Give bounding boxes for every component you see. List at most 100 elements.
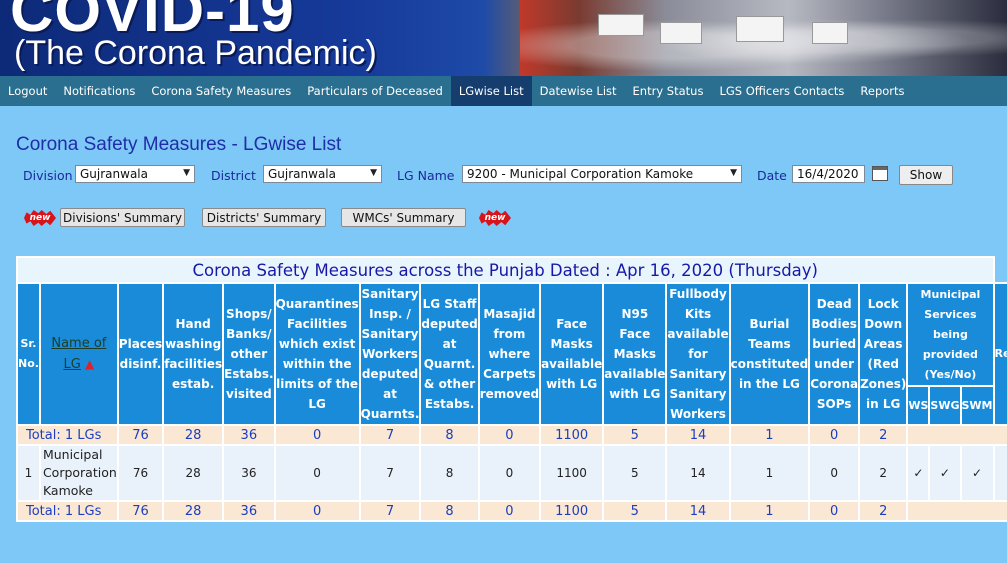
check-icon: ✓: [928, 444, 962, 502]
row-hand: 28: [162, 444, 225, 502]
lg-name-value: 9200 - Municipal Corporation Kamoke: [467, 167, 694, 181]
total-shops: 36: [222, 500, 276, 522]
row-facemasks: 1100: [539, 444, 605, 502]
total-shops: 36: [222, 424, 276, 446]
header-swg: SWG: [928, 385, 962, 426]
new-badge: new: [479, 210, 511, 226]
nav-logout[interactable]: Logout: [0, 76, 55, 106]
main-nav: Logout Notifications Corona Safety Measu…: [0, 76, 1007, 106]
total-n95: 5: [602, 500, 668, 522]
total-n95: 5: [602, 424, 668, 446]
row-remarks: [992, 444, 1007, 502]
total-places: 76: [116, 500, 165, 522]
nav-entry-status[interactable]: Entry Status: [625, 76, 712, 106]
district-select[interactable]: Gujranwala ▼: [263, 165, 382, 183]
total-fullbody: 14: [665, 424, 731, 446]
header-places-disinf: Places disinf.: [116, 282, 165, 426]
district-label: District: [211, 168, 256, 183]
protest-sign: [598, 14, 644, 36]
total-lockdown: 2: [858, 424, 909, 446]
table-row: 1 Municipal Corporation Kamoke 76 28 36 …: [16, 444, 1007, 502]
total-dead: 0: [808, 500, 861, 522]
protest-sign: [812, 22, 848, 44]
banner-photo: [520, 0, 1007, 76]
show-button[interactable]: Show: [899, 165, 953, 185]
sort-name-link[interactable]: Name of LG: [51, 336, 106, 372]
lg-name-label: LG Name: [397, 168, 455, 183]
nav-lgs-officers-contacts[interactable]: LGS Officers Contacts: [711, 76, 852, 106]
row-places: 76: [116, 444, 165, 502]
header-municipal-services: Municipal Services being provided (Yes/N…: [906, 281, 995, 388]
header-lg-staff: LG Staff deputed at Quarnt. & other Esta…: [419, 282, 480, 426]
date-label: Date: [757, 168, 787, 183]
total-lockdown: 2: [858, 500, 909, 522]
total-burial: 1: [728, 500, 811, 522]
header-face-masks: Face Masks available with LG: [539, 282, 605, 426]
header-lock-down-areas: Lock Down Areas (Red Zones) in LG: [858, 282, 909, 426]
nav-lgwise-list[interactable]: LGwise List: [450, 76, 532, 106]
total-row-top: Total: 1 LGs 76 28 36 0 7 8 0 1100 5 14 …: [16, 424, 1007, 446]
table-caption: Corona Safety Measures across the Punjab…: [16, 256, 995, 284]
total-places: 76: [116, 424, 165, 446]
division-select[interactable]: Gujranwala ▼: [75, 165, 195, 183]
protest-sign: [660, 22, 702, 44]
wmcs-summary-button[interactable]: WMCs' Summary: [341, 208, 466, 227]
chevron-down-icon: ▼: [183, 168, 190, 178]
safety-measures-table: Corona Safety Measures across the Punjab…: [16, 256, 1007, 522]
nav-notifications[interactable]: Notifications: [55, 76, 143, 106]
total-quarantine: 0: [273, 500, 361, 522]
chevron-down-icon: ▼: [730, 168, 737, 178]
divisions-summary-button[interactable]: Divisions' Summary: [60, 208, 185, 227]
total-lgstaff: 8: [419, 424, 480, 446]
site-banner: COVID-19 (The Corona Pandemic): [0, 0, 1007, 76]
nav-datewise-list[interactable]: Datewise List: [532, 76, 625, 106]
header-hand-washing: Hand washing facilities estab.: [162, 282, 225, 426]
districts-summary-button[interactable]: Districts' Summary: [202, 208, 326, 227]
total-quarantine: 0: [273, 424, 361, 446]
total-masajid: 0: [477, 500, 542, 522]
total-facemasks: 1100: [539, 500, 605, 522]
total-burial: 1: [728, 424, 811, 446]
banner-subtitle: (The Corona Pandemic): [14, 34, 377, 72]
header-remarks: Remarks: [992, 282, 1007, 426]
total-hand: 28: [162, 424, 225, 446]
header-quarantine-facilities: Quarantines Facilities which exist withi…: [273, 282, 361, 426]
row-n95: 5: [602, 444, 668, 502]
division-value: Gujranwala: [80, 167, 148, 181]
check-icon: ✓: [959, 444, 995, 502]
row-shops: 36: [222, 444, 276, 502]
nav-reports[interactable]: Reports: [852, 76, 912, 106]
date-input[interactable]: 16/4/2020: [792, 165, 865, 183]
total-sanitary: 7: [358, 500, 422, 522]
row-masajid: 0: [477, 444, 542, 502]
total-row-bottom: Total: 1 LGs 76 28 36 0 7 8 0 1100 5 14 …: [16, 500, 1007, 522]
total-lgstaff: 8: [419, 500, 480, 522]
new-badge: new: [24, 210, 56, 226]
header-shops-visited: Shops/ Banks/ other Estabs. visited: [222, 282, 276, 426]
header-sr-no: Sr. No.: [16, 282, 41, 426]
division-label: Division: [23, 168, 73, 183]
total-label: Total: 1 LGs: [16, 500, 119, 522]
header-ws: WS: [906, 385, 931, 426]
calendar-icon[interactable]: [872, 166, 888, 181]
check-icon: ✓: [906, 444, 931, 502]
row-lgstaff: 8: [419, 444, 480, 502]
header-fullbody-kits: Fullbody Kits available for Sanitary San…: [665, 282, 731, 426]
total-hand: 28: [162, 500, 225, 522]
page-title: Corona Safety Measures - LGwise List: [16, 134, 342, 155]
sort-up-icon: ▲: [85, 357, 95, 371]
nav-corona-safety-measures[interactable]: Corona Safety Measures: [143, 76, 299, 106]
district-value: Gujranwala: [268, 167, 336, 181]
header-swm: SWM: [959, 385, 995, 426]
nav-particulars-of-deceased[interactable]: Particulars of Deceased: [299, 76, 451, 106]
header-sanitary-insp: Sanitary Insp. / Sanitary Workers depute…: [358, 282, 422, 426]
row-dead: 0: [808, 444, 861, 502]
total-dead: 0: [808, 424, 861, 446]
total-sanitary: 7: [358, 424, 422, 446]
header-name-of-lg[interactable]: Name of LG ▲: [38, 282, 119, 426]
total-masajid: 0: [477, 424, 542, 446]
header-dead-bodies: Dead Bodies buried under Corona SOPs: [808, 282, 861, 426]
header-masajid: Masajid from where Carpets removed: [477, 282, 542, 426]
row-fullbody: 14: [665, 444, 731, 502]
lg-name-select[interactable]: 9200 - Municipal Corporation Kamoke ▼: [462, 165, 742, 183]
